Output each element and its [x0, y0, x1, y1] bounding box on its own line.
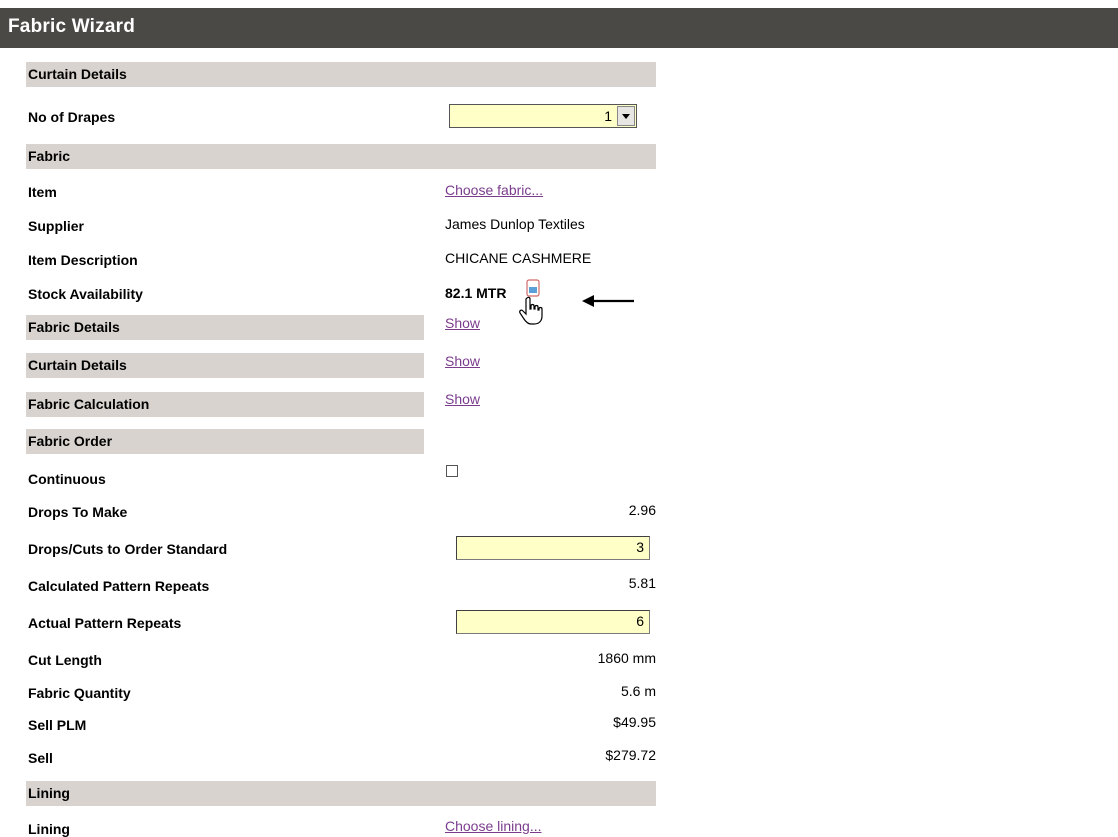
drops-to-make-value: 2.96	[628, 502, 656, 518]
sell-value: $279.72	[605, 747, 656, 763]
fabric-quantity-value: 5.6 m	[620, 683, 656, 699]
sell-plm-value: $49.95	[613, 714, 656, 730]
stock-availability-label: Stock Availability	[28, 286, 143, 302]
no-of-drapes-label: No of Drapes	[28, 109, 116, 125]
drops-cuts-to-order-input[interactable]: 3	[456, 536, 650, 560]
window-titlebar: Fabric Wizard	[0, 8, 1118, 48]
stock-availability-value: 82.1 MTR	[445, 285, 507, 301]
section-curtain-details: Curtain Details	[26, 62, 656, 87]
item-description-label: Item Description	[28, 252, 138, 268]
actual-pattern-repeats-label: Actual Pattern Repeats	[28, 615, 182, 631]
cut-length-label: Cut Length	[28, 652, 102, 668]
section-fabric: Fabric	[26, 144, 656, 169]
item-description-value: CHICANE CASHMERE	[445, 250, 592, 266]
section-lining: Lining	[26, 781, 656, 806]
calculated-pattern-repeats-value: 5.81	[628, 575, 656, 591]
continuous-checkbox[interactable]	[446, 465, 458, 477]
section-fabric-calculation: Fabric Calculation	[26, 392, 424, 417]
show-fabric-details-link[interactable]: Show	[445, 315, 480, 331]
sell-plm-label: Sell PLM	[28, 717, 87, 733]
no-of-drapes-value: 1	[604, 108, 612, 124]
section-fabric-details: Fabric Details	[26, 315, 424, 340]
section-title: Fabric Details	[28, 319, 120, 335]
supplier-value: James Dunlop Textiles	[445, 216, 585, 232]
no-of-drapes-select[interactable]: 1	[449, 104, 637, 128]
hand-pointer-icon	[519, 296, 543, 325]
section-title: Fabric Calculation	[28, 396, 150, 412]
drops-cuts-to-order-value: 3	[636, 539, 644, 555]
item-label: Item	[28, 184, 57, 200]
choose-fabric-link[interactable]: Choose fabric...	[445, 182, 543, 198]
drops-to-make-label: Drops To Make	[28, 504, 128, 520]
section-title: Curtain Details	[28, 66, 127, 82]
continuous-label: Continuous	[28, 471, 106, 487]
show-fabric-calculation-link[interactable]: Show	[445, 391, 480, 407]
fabric-quantity-label: Fabric Quantity	[28, 685, 131, 701]
section-title: Fabric Order	[28, 433, 113, 449]
lining-label: Lining	[28, 821, 70, 837]
actual-pattern-repeats-value: 6	[636, 613, 644, 629]
choose-lining-link[interactable]: Choose lining...	[445, 818, 542, 834]
show-curtain-details-link[interactable]: Show	[445, 353, 480, 369]
calculated-pattern-repeats-label: Calculated Pattern Repeats	[28, 578, 210, 594]
chevron-down-icon[interactable]	[617, 106, 635, 126]
section-fabric-order: Fabric Order	[26, 429, 424, 454]
window-title: Fabric Wizard	[8, 16, 136, 37]
actual-pattern-repeats-input[interactable]: 6	[456, 610, 650, 634]
supplier-label: Supplier	[28, 218, 85, 234]
section-title: Fabric	[28, 148, 71, 164]
cut-length-value: 1860 mm	[597, 650, 656, 666]
stock-info-icon[interactable]	[526, 279, 540, 297]
drops-cuts-to-order-label: Drops/Cuts to Order Standard	[28, 541, 228, 557]
section-curtain-details-2: Curtain Details	[26, 353, 424, 378]
sell-label: Sell	[28, 750, 53, 766]
section-title: Curtain Details	[28, 357, 127, 373]
section-title: Lining	[28, 785, 70, 801]
left-arrow-icon	[582, 295, 634, 307]
